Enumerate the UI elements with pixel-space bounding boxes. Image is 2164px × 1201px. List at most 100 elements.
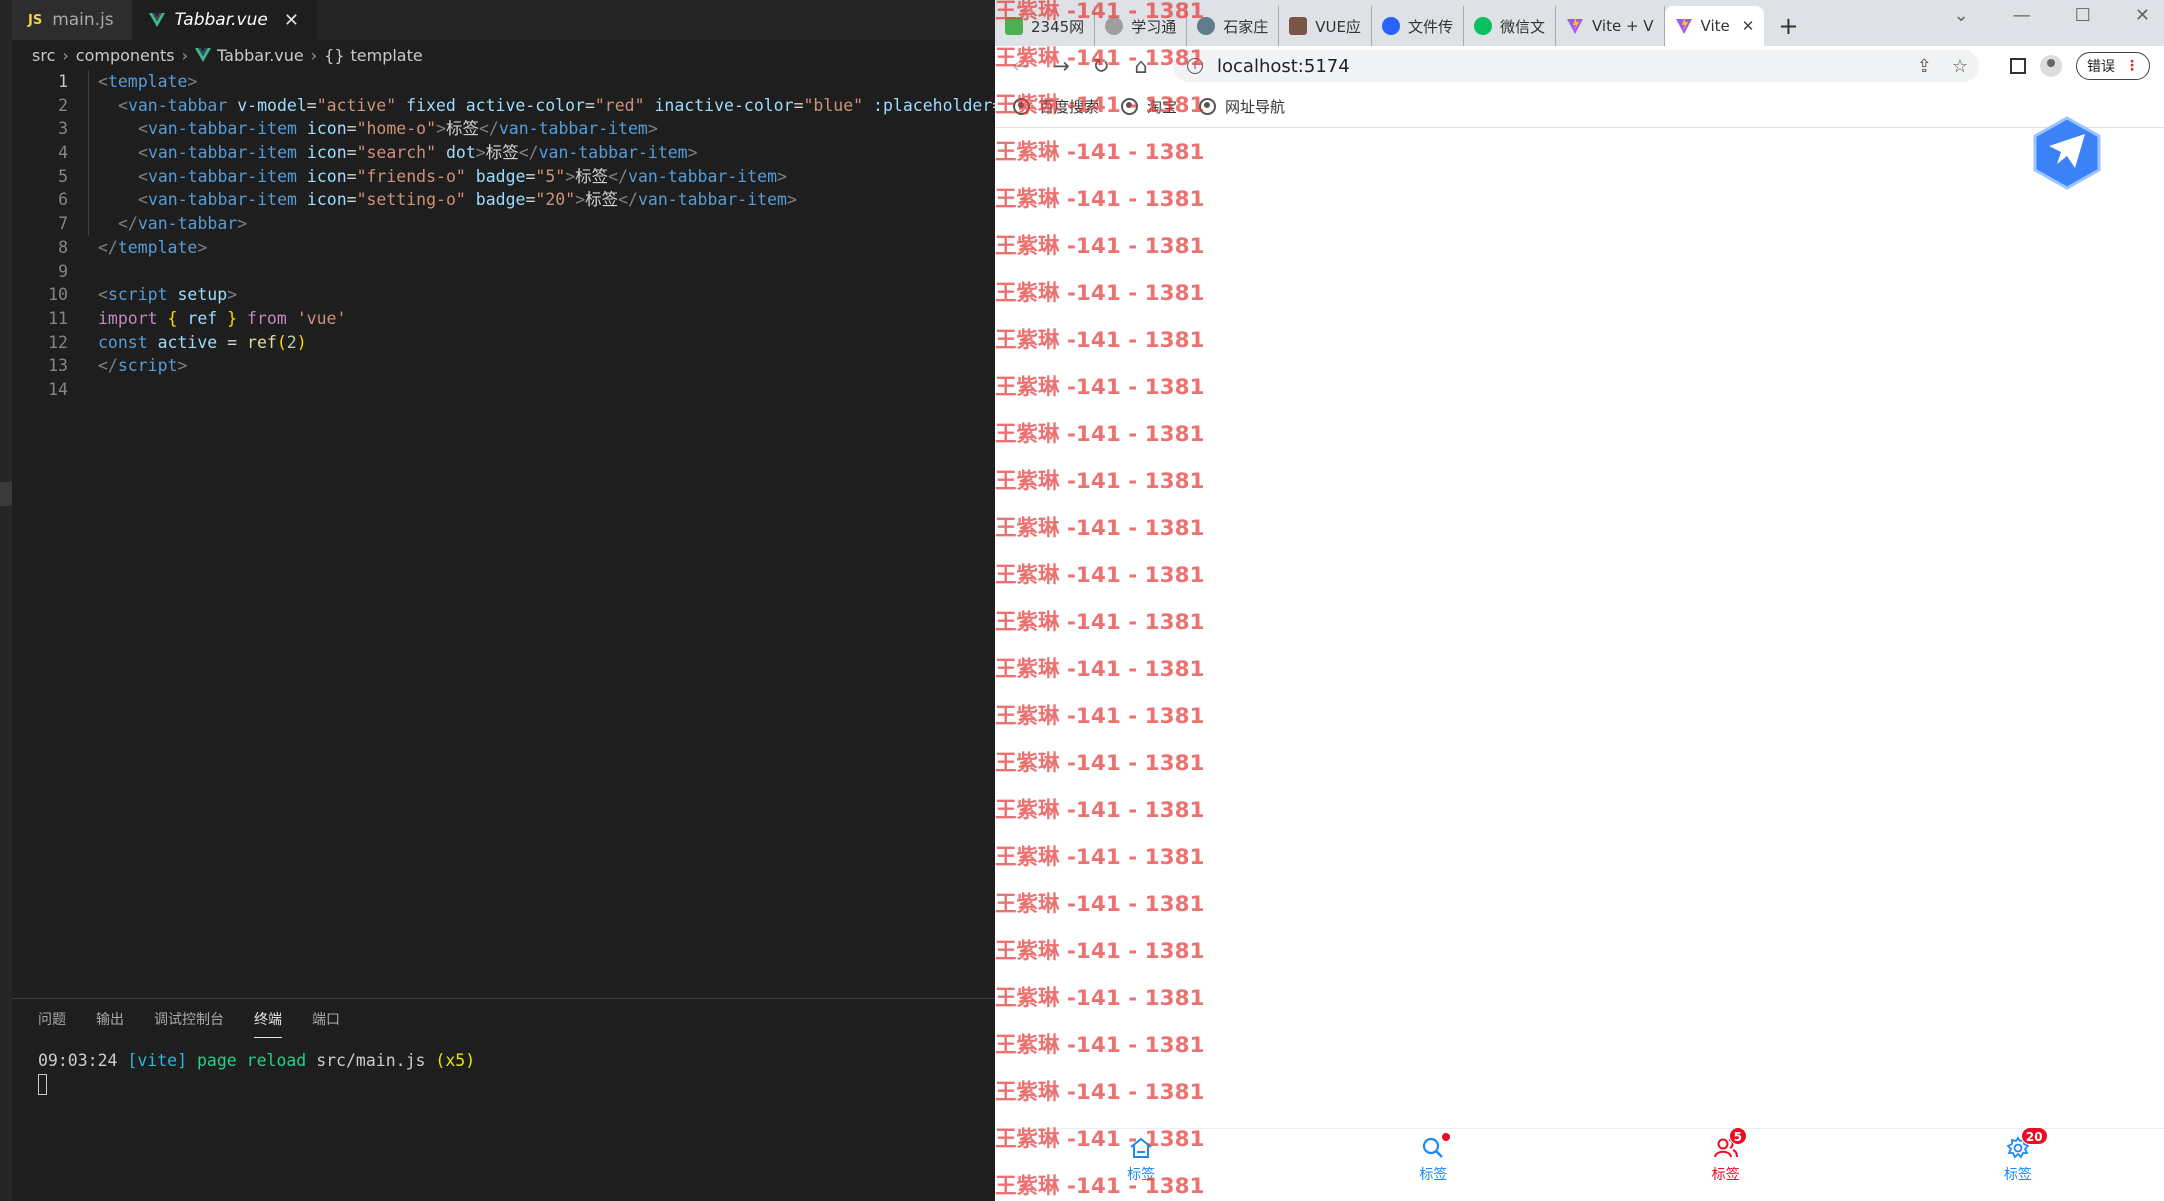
floating-bird-logo-icon[interactable]: [2031, 116, 2103, 190]
line-number: 7: [58, 214, 68, 234]
watermark-text: 王紫琳 -141 - 1381: [995, 187, 1205, 212]
side-panel-icon[interactable]: [2010, 58, 2026, 74]
breadcrumb-src[interactable]: src: [32, 46, 55, 65]
watermark-text: 王紫琳 -141 - 1381: [995, 516, 1205, 541]
tok: script: [117, 356, 178, 376]
tok: </: [608, 166, 629, 186]
browser-tab-label: 2345网: [1031, 17, 1085, 36]
home-button[interactable]: ⌂: [1121, 54, 1161, 78]
panel-tab-terminal[interactable]: 终端: [254, 1001, 282, 1038]
panel-tab-problems[interactable]: 问题: [38, 1001, 66, 1037]
maximize-button[interactable]: ☐: [2075, 5, 2091, 26]
tok: van-tabbar-item: [628, 166, 778, 186]
tabbar-item-friends[interactable]: 5 标签: [1580, 1127, 1872, 1190]
editor-tab-main-js[interactable]: JS main.js: [12, 0, 133, 40]
watermark-text: 王紫琳 -141 - 1381: [995, 939, 1205, 964]
back-button[interactable]: ←: [1001, 54, 1041, 78]
editor-tab-label: Tabbar.vue: [174, 10, 268, 30]
editor-tab-tabbar-vue[interactable]: Tabbar.vue ✕: [132, 0, 318, 40]
tok: van-tabbar-item: [147, 119, 297, 139]
bookmark-item[interactable]: 淘宝: [1121, 96, 1177, 117]
tok: van-tabbar-item: [538, 143, 688, 163]
tok: 2: [286, 332, 297, 352]
tabbar-item-home[interactable]: 标签: [995, 1129, 1287, 1190]
line-number: 5: [58, 166, 68, 186]
watermark-text: 王紫琳 -141 - 1381: [995, 375, 1205, 400]
address-text: localhost:5174: [1217, 55, 1350, 77]
code-editor: JS main.js Tabbar.vue ✕ src › components ›…: [0, 0, 995, 1201]
breadcrumb-file[interactable]: Tabbar.vue: [217, 46, 304, 65]
share-icon[interactable]: ⇪: [1917, 56, 1932, 77]
line-number: 1: [58, 72, 68, 91]
tok: "blue": [803, 95, 864, 115]
panel-tab-output[interactable]: 输出: [96, 1001, 124, 1037]
paw-favicon-icon: [1381, 17, 1400, 35]
chevron-down-icon[interactable]: ⌄: [1954, 5, 1969, 26]
browser-tab[interactable]: 学习通: [1095, 6, 1188, 46]
browser-tab[interactable]: 石家庄: [1187, 6, 1280, 46]
tok: =: [346, 143, 357, 163]
browser-tab-label: Vite: [1700, 17, 1730, 35]
browser-tab-label: 文件传: [1407, 17, 1453, 36]
reload-button[interactable]: ↻: [1081, 54, 1121, 78]
tok: =: [525, 166, 536, 186]
forward-button[interactable]: →: [1041, 54, 1081, 78]
star-icon[interactable]: ☆: [1952, 56, 1968, 77]
terminal-tag: [vite]: [127, 1051, 188, 1070]
terminal[interactable]: 09:03:24 [vite] page reload src/main.js …: [38, 1051, 475, 1095]
editor-tabs: JS main.js Tabbar.vue ✕: [12, 0, 995, 40]
panel-tab-debug-console[interactable]: 调试控制台: [154, 1001, 224, 1037]
indent-guide: [88, 70, 89, 236]
code-text: <script setup>: [98, 283, 237, 307]
error-button[interactable]: 错误 ⋮: [2076, 52, 2150, 80]
code-line: 3 <van-tabbar-item icon="home-o">标签</van-…: [12, 117, 995, 141]
minimize-button[interactable]: —: [2013, 5, 2031, 26]
terminal-cursor: [38, 1074, 47, 1095]
browser-tab[interactable]: Vite + V: [1556, 6, 1665, 46]
profile-avatar-icon[interactable]: [2040, 55, 2062, 77]
code-text: import { ref } from 'vue': [98, 307, 346, 331]
tok: "20": [535, 190, 576, 210]
browser-tab[interactable]: 微信文: [1464, 6, 1556, 46]
breadcrumb: src › components › Tabbar.vue › {} template: [12, 40, 995, 70]
tabbar-item-setting[interactable]: 20 标签: [1872, 1127, 2164, 1190]
code-line: 6 <van-tabbar-item icon="setting-o" badge…: [12, 188, 995, 212]
omnibox-actions: ⇪ ☆: [1917, 50, 1968, 82]
browser-tab-active[interactable]: Vite ✕: [1664, 6, 1765, 46]
watermark-text: 王紫琳 -141 - 1381: [995, 798, 1205, 823]
info-icon[interactable]: i: [1187, 58, 1203, 74]
code-area[interactable]: 1 <template> 2 <van-tabbar v-model="active…: [12, 70, 995, 998]
address-bar[interactable]: i localhost:5174: [1173, 50, 1979, 82]
tok: from: [237, 308, 287, 328]
breadcrumb-components[interactable]: components: [76, 46, 175, 65]
tabbar-item-search[interactable]: 标签: [1287, 1129, 1579, 1190]
tabbar-label: 标签: [1419, 1167, 1448, 1183]
line-number: 8: [58, 237, 68, 257]
terminal-msg: page reload: [196, 1051, 307, 1070]
panel-tab-ports[interactable]: 端口: [312, 1001, 340, 1037]
breadcrumb-symbol[interactable]: template: [351, 46, 423, 65]
bookmark-item[interactable]: 百度搜索: [1013, 96, 1099, 117]
bookmarks-bar: 百度搜索 淘宝 网址导航: [995, 86, 2164, 128]
close-window-button[interactable]: ✕: [2135, 5, 2150, 26]
watermark-text: 王紫琳 -141 - 1381: [995, 234, 1205, 259]
watermark-text: 王紫琳 -141 - 1381: [995, 422, 1205, 447]
bookmark-item[interactable]: 网址导航: [1199, 96, 1285, 117]
tok: <: [138, 190, 148, 210]
tok: :placeholder: [863, 95, 993, 115]
browser-tab[interactable]: 文件传: [1372, 6, 1464, 46]
tok: "home-o": [356, 119, 437, 139]
new-tab-button[interactable]: +: [1764, 6, 1812, 46]
browser-tab[interactable]: VUE应: [1279, 6, 1372, 46]
search-icon-wrap: [1420, 1133, 1451, 1161]
terminal-time: 09:03:24: [38, 1051, 118, 1070]
line-number: 9: [58, 261, 68, 281]
notification-dot: [1442, 1133, 1451, 1141]
tabbar-label: 标签: [1711, 1167, 1740, 1183]
code-line: 2 <van-tabbar v-model="active" fixed acti…: [12, 94, 995, 118]
close-icon[interactable]: ✕: [1742, 17, 1755, 35]
globe-icon: [1013, 98, 1030, 115]
close-icon[interactable]: ✕: [284, 10, 299, 31]
watermark-text: 王紫琳 -141 - 1381: [995, 845, 1205, 870]
browser-tab[interactable]: 2345网: [995, 6, 1096, 46]
